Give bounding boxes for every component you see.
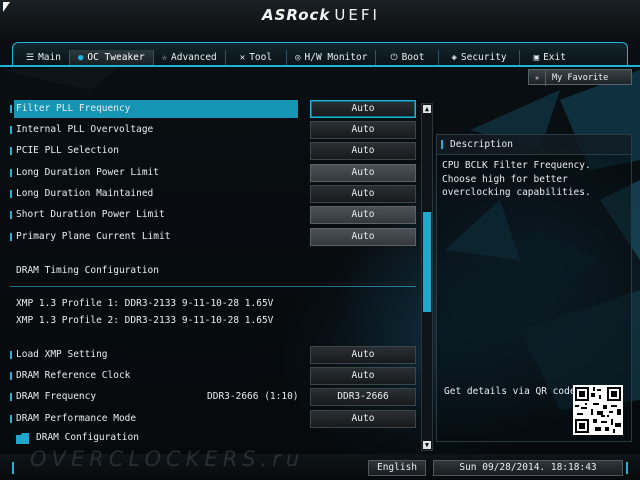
item-marker xyxy=(10,351,12,359)
submenu-dram-configuration[interactable]: DRAM Configuration xyxy=(10,429,418,447)
date-time-display[interactable]: Sun 09/28/2014. 18:18:43 xyxy=(433,460,623,476)
asrock-uefi-logo: ASRock UEFI xyxy=(262,6,380,24)
dram-frequency-value[interactable]: DDR3-2666 xyxy=(310,388,416,406)
list-icon: ☰ xyxy=(26,53,35,63)
setting-label: DRAM Configuration xyxy=(36,432,139,443)
setting-label: Filter PLL Frequency xyxy=(16,103,131,114)
tab-security[interactable]: ◈ Security xyxy=(439,50,520,66)
setting-load-xmp[interactable]: Load XMP Setting Auto xyxy=(10,346,418,364)
setting-label: Internal PLL Overvoltage xyxy=(16,124,154,135)
power-icon: ⏻ xyxy=(390,53,398,63)
long-duration-power-limit-value[interactable]: Auto xyxy=(310,164,416,182)
setting-internal-pll-overvoltage[interactable]: Internal PLL Overvoltage Auto xyxy=(10,121,418,139)
setting-dram-reference-clock[interactable]: DRAM Reference Clock Auto xyxy=(10,367,418,385)
item-marker xyxy=(441,140,443,149)
item-marker xyxy=(10,233,12,241)
setting-label: Long Duration Maintained xyxy=(16,188,154,199)
setting-dram-frequency[interactable]: DRAM Frequency DDR3-2666 (1:10) DDR3-266… xyxy=(10,388,418,406)
setting-primary-plane-current-limit[interactable]: Primary Plane Current Limit Auto xyxy=(10,228,418,246)
setting-pcie-pll-selection[interactable]: PCIE PLL Selection Auto xyxy=(10,142,418,160)
folder-icon xyxy=(16,433,29,444)
setting-label: PCIE PLL Selection xyxy=(16,145,119,156)
qr-code-image xyxy=(573,385,623,435)
tool-icon: ✕ xyxy=(239,53,246,63)
my-favorite-button[interactable]: ★ My Favorite xyxy=(528,69,632,86)
setting-filter-pll-frequency[interactable]: Filter PLL Frequency Auto xyxy=(10,100,418,118)
item-marker xyxy=(10,126,12,134)
xmp-profile-1: XMP 1.3 Profile 1: DDR3-2133 9-11-10-28 … xyxy=(16,298,274,309)
top-bar: ASRock UEFI xyxy=(0,0,640,38)
tab-tool[interactable]: ✕ Tool xyxy=(226,50,288,66)
setting-label: DRAM Frequency xyxy=(16,391,97,402)
tab-boot[interactable]: ⏻ Boot xyxy=(376,50,440,66)
language-button[interactable]: English xyxy=(368,460,426,476)
tab-exit[interactable]: ▣ Exit xyxy=(520,50,580,66)
setting-label: Long Duration Power Limit xyxy=(16,167,159,178)
setting-label: DRAM Performance Mode xyxy=(16,413,137,424)
item-marker xyxy=(10,190,12,198)
item-marker xyxy=(10,211,12,219)
qr-code-caption: Get details via QR code xyxy=(444,386,576,397)
star-icon: ☆ xyxy=(161,53,168,63)
setting-dram-performance-mode[interactable]: DRAM Performance Mode Auto xyxy=(10,410,418,428)
dram-timing-section-title: DRAM Timing Configuration xyxy=(16,265,159,276)
item-marker xyxy=(10,147,12,155)
tab-hw-monitor[interactable]: ◎ H/W Monitor xyxy=(287,50,377,66)
tab-oc-tweaker[interactable]: ● OC Tweaker xyxy=(69,50,154,66)
internal-pll-overvoltage-value[interactable]: Auto xyxy=(310,121,416,139)
description-header: Description xyxy=(437,135,631,155)
short-duration-power-limit-value[interactable]: Auto xyxy=(310,206,416,224)
monitor-icon: ◎ xyxy=(295,53,301,63)
filter-pll-frequency-value[interactable]: Auto xyxy=(310,100,416,118)
setting-long-duration-maintained[interactable]: Long Duration Maintained Auto xyxy=(10,185,418,203)
tab-underline xyxy=(0,65,640,67)
bottom-left-accent xyxy=(12,462,14,474)
tab-advanced[interactable]: ☆ Advanced xyxy=(154,50,226,66)
primary-plane-current-limit-value[interactable]: Auto xyxy=(310,228,416,246)
setting-short-duration-power-limit[interactable]: Short Duration Power Limit Auto xyxy=(10,206,418,224)
exit-icon: ▣ xyxy=(533,53,540,63)
scroll-up-arrow-icon[interactable]: ▲ xyxy=(423,105,431,113)
description-text: CPU BCLK Filter Frequency. Choose high f… xyxy=(442,160,591,198)
watermark: OVERCLOCKERS.ru xyxy=(30,447,305,471)
dram-performance-mode-value[interactable]: Auto xyxy=(310,410,416,428)
mouse-cursor-icon xyxy=(3,2,10,12)
star-icon: ★ xyxy=(529,70,546,86)
bottom-right-accent xyxy=(626,462,628,474)
setting-label: Primary Plane Current Limit xyxy=(16,231,171,242)
item-marker xyxy=(10,169,12,177)
description-panel: Description CPU BCLK Filter Frequency. C… xyxy=(436,134,632,442)
item-marker xyxy=(10,105,12,113)
dram-reference-clock-value[interactable]: Auto xyxy=(310,367,416,385)
tab-list: ☰ Main ● OC Tweaker ☆ Advanced ✕ Tool ◎ H/W M… xyxy=(18,50,580,66)
scroll-down-arrow-icon[interactable]: ▼ xyxy=(423,441,431,449)
settings-scrollbar[interactable]: ▲ ▼ xyxy=(421,103,433,451)
item-marker xyxy=(10,372,12,380)
item-marker xyxy=(10,393,12,401)
xmp-profile-2: XMP 1.3 Profile 2: DDR3-2133 9-11-10-28 … xyxy=(16,315,274,326)
pcie-pll-selection-value[interactable]: Auto xyxy=(310,142,416,160)
tab-main[interactable]: ☰ Main xyxy=(18,50,70,66)
section-divider xyxy=(10,286,416,287)
shield-icon: ◈ xyxy=(451,53,457,63)
dram-frequency-info: DDR3-2666 (1:10) xyxy=(207,391,299,402)
long-duration-maintained-value[interactable]: Auto xyxy=(310,185,416,203)
scrollbar-thumb[interactable] xyxy=(423,212,431,312)
setting-label: Load XMP Setting xyxy=(16,349,108,360)
setting-long-duration-power-limit[interactable]: Long Duration Power Limit Auto xyxy=(10,164,418,182)
setting-label: Short Duration Power Limit xyxy=(16,209,165,220)
flame-icon: ● xyxy=(77,53,84,63)
load-xmp-value[interactable]: Auto xyxy=(310,346,416,364)
item-marker xyxy=(10,415,12,423)
setting-label: DRAM Reference Clock xyxy=(16,370,131,381)
description-title: Description xyxy=(450,139,513,150)
